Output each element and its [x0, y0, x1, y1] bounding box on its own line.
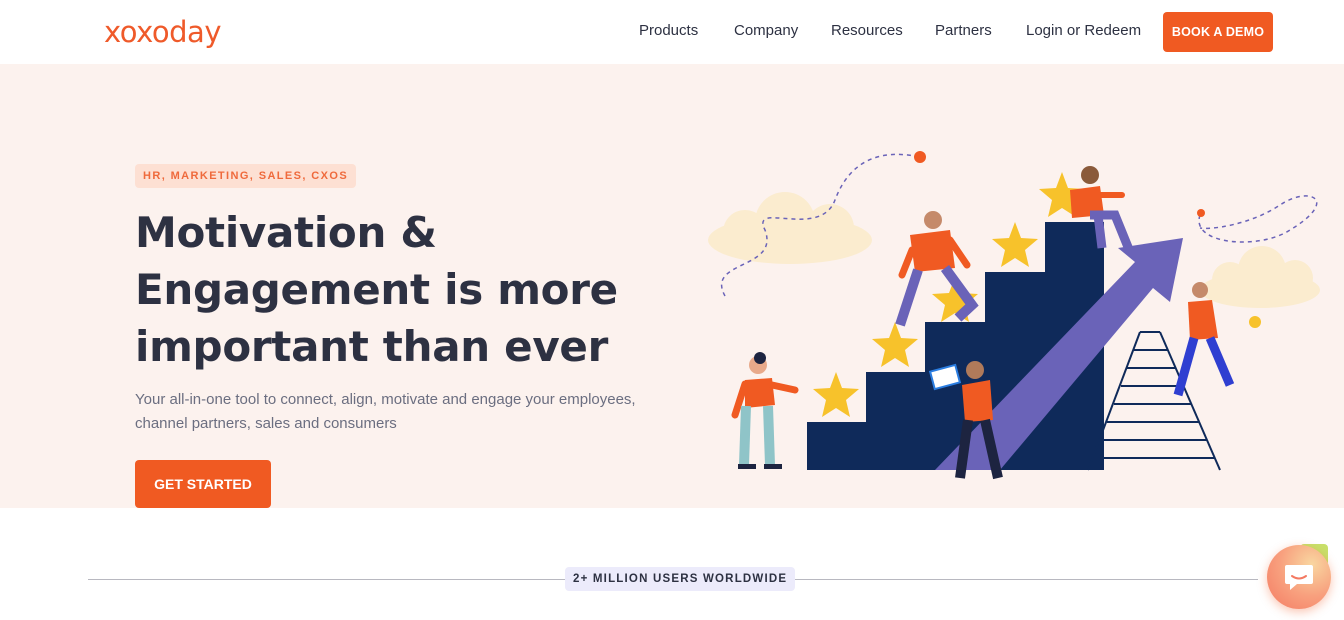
- site-header: xoxoday Products Company Resources Partn…: [0, 0, 1344, 64]
- ladder: [1087, 331, 1221, 471]
- hero-subtitle: Your all-in-one tool to connect, align, …: [135, 391, 636, 432]
- hero-section: HR, MARKETING, SALES, CXOS Motivation & …: [0, 64, 1344, 508]
- nav-partners[interactable]: Partners: [935, 22, 992, 39]
- orange-dot: [914, 151, 926, 163]
- xoxoday-logo[interactable]: xoxoday: [104, 14, 221, 50]
- nav-company[interactable]: Company: [734, 22, 798, 39]
- book-demo-button[interactable]: BOOK A DEMO: [1163, 12, 1273, 52]
- audience-badge: HR, MARKETING, SALES, CXOS: [135, 164, 357, 188]
- users-count-badge: 2+ MILLION USERS WORLDWIDE: [565, 567, 796, 591]
- chat-icon: [1285, 565, 1313, 590]
- get-started-button[interactable]: GET STARTED: [135, 460, 271, 508]
- dashed-path-right: [1198, 195, 1318, 243]
- yellow-dot: [1249, 316, 1261, 328]
- cloud-left: [708, 192, 872, 264]
- nav-login-redeem[interactable]: Login or Redeem: [1026, 22, 1141, 39]
- nav-resources[interactable]: Resources: [831, 22, 903, 39]
- orange-dot-small: [1197, 209, 1205, 217]
- chat-widget-button[interactable]: [1267, 545, 1331, 609]
- hero-illustration: [708, 151, 1320, 480]
- nav-products[interactable]: Products: [639, 22, 698, 39]
- person-standing-left: [731, 352, 799, 469]
- cloud-right: [1200, 246, 1320, 308]
- hero-title: Motivation & Engagement is more importan…: [135, 208, 618, 371]
